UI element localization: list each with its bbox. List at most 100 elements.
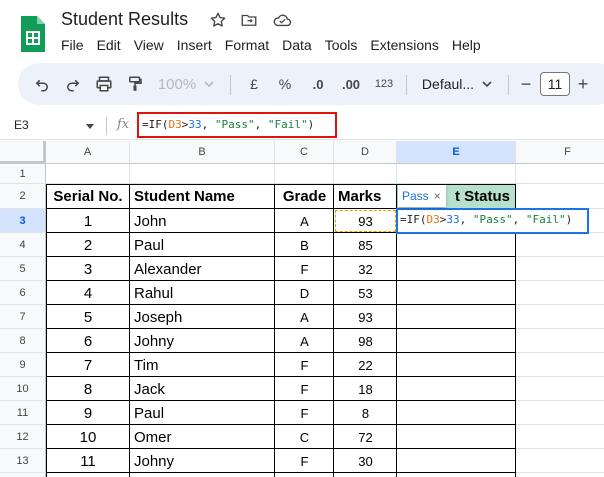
undo-icon[interactable]: [30, 63, 54, 105]
cell[interactable]: [516, 164, 604, 184]
move-folder-icon[interactable]: [240, 11, 258, 29]
cell[interactable]: [397, 377, 516, 401]
column-header-c[interactable]: C: [275, 141, 334, 164]
menu-edit[interactable]: Edit: [97, 36, 127, 56]
column-header-f[interactable]: F: [516, 141, 604, 164]
row-header-14[interactable]: 14: [0, 473, 46, 477]
table-cell: F: [300, 381, 309, 397]
cell[interactable]: [397, 305, 516, 329]
decrease-font-size-icon[interactable]: −: [517, 63, 535, 105]
table-cell: 53: [358, 285, 373, 301]
cell[interactable]: [397, 164, 516, 184]
font-size-input[interactable]: 11: [540, 72, 570, 96]
row-header-4[interactable]: 4: [0, 233, 46, 257]
cell[interactable]: [130, 473, 275, 477]
cell[interactable]: [397, 401, 516, 425]
font-family-select[interactable]: Defaul...: [416, 63, 498, 105]
star-icon[interactable]: [209, 11, 227, 29]
increase-font-size-icon[interactable]: +: [574, 63, 592, 105]
row-header-11[interactable]: 11: [0, 401, 46, 425]
formula-bar-divider: [106, 117, 107, 135]
menu-view[interactable]: View: [134, 36, 170, 56]
table-cell: F: [300, 261, 309, 277]
percent-format-button[interactable]: %: [274, 63, 296, 105]
cell[interactable]: [516, 401, 604, 425]
cell[interactable]: [516, 353, 604, 377]
cell[interactable]: [516, 449, 604, 473]
cell[interactable]: [516, 329, 604, 353]
formula-number: 33: [188, 118, 202, 131]
menu-tools[interactable]: Tools: [325, 36, 364, 56]
table-cell: Jack: [134, 380, 165, 398]
close-icon[interactable]: ×: [434, 189, 441, 203]
font-family-value: Defaul...: [421, 76, 475, 92]
cell[interactable]: [397, 329, 516, 353]
row-header-3[interactable]: 3: [0, 209, 46, 233]
row-header-12[interactable]: 12: [0, 425, 46, 449]
fx-icon: fx: [117, 117, 130, 132]
redo-icon[interactable]: [61, 63, 85, 105]
name-box-dropdown-icon[interactable]: [86, 124, 94, 129]
decrease-decimal-button[interactable]: .0: [305, 63, 331, 105]
row-header-6[interactable]: 6: [0, 281, 46, 305]
cell[interactable]: [46, 473, 130, 477]
menu-file[interactable]: File: [61, 36, 90, 56]
menu-help[interactable]: Help: [452, 36, 487, 56]
name-box[interactable]: E3: [14, 118, 29, 132]
cell[interactable]: [46, 164, 130, 184]
cell[interactable]: [275, 473, 334, 477]
cell[interactable]: [516, 305, 604, 329]
row-header-5[interactable]: 5: [0, 257, 46, 281]
column-header-e[interactable]: E: [397, 141, 516, 164]
cell[interactable]: [275, 164, 334, 184]
cell[interactable]: [516, 257, 604, 281]
cell[interactable]: [334, 473, 397, 477]
cell[interactable]: [516, 377, 604, 401]
cell[interactable]: [397, 449, 516, 473]
row-header-8[interactable]: 8: [0, 329, 46, 353]
zoom-select[interactable]: 100%: [156, 63, 216, 105]
cell[interactable]: [516, 281, 604, 305]
cloud-saved-icon[interactable]: [272, 11, 292, 29]
spreadsheet-grid[interactable]: ABCDEF1234567891011121314Serial No.Stude…: [0, 141, 604, 477]
increase-decimal-button[interactable]: .00: [336, 63, 366, 105]
formula-string: "Fail": [267, 118, 308, 131]
table-cell: 30: [358, 453, 373, 469]
row-header-7[interactable]: 7: [0, 305, 46, 329]
active-cell-editor[interactable]: =IF(D3>33, "Pass", "Fail"): [396, 208, 589, 234]
row-header-1[interactable]: 1: [0, 164, 46, 184]
document-title[interactable]: Student Results: [61, 9, 188, 30]
cell[interactable]: [397, 425, 516, 449]
row-header-2[interactable]: 2: [0, 184, 46, 209]
column-header-a[interactable]: A: [46, 141, 130, 164]
menu-data[interactable]: Data: [282, 36, 318, 56]
row-header-10[interactable]: 10: [0, 377, 46, 401]
cell[interactable]: [334, 164, 397, 184]
cell[interactable]: [516, 473, 604, 477]
paint-format-icon[interactable]: [123, 63, 147, 105]
formula-cell-reference: D3: [168, 118, 182, 131]
row-header-13[interactable]: 13: [0, 449, 46, 473]
menu-format[interactable]: Format: [225, 36, 275, 56]
currency-format-button[interactable]: £: [243, 63, 265, 105]
print-icon[interactable]: [92, 63, 116, 105]
cell[interactable]: [130, 164, 275, 184]
cell[interactable]: [397, 233, 516, 257]
number-format-button[interactable]: 123: [371, 63, 397, 105]
cell[interactable]: [516, 233, 604, 257]
cell[interactable]: [516, 184, 604, 209]
select-all-corner[interactable]: [0, 141, 46, 164]
cell[interactable]: [516, 425, 604, 449]
cell[interactable]: [397, 473, 516, 477]
menu-extensions[interactable]: Extensions: [370, 36, 444, 56]
formula-input[interactable]: =IF(D3>33, "Pass", "Fail"): [137, 112, 337, 138]
column-header-b[interactable]: B: [130, 141, 275, 164]
menu-insert[interactable]: Insert: [177, 36, 218, 56]
column-header-d[interactable]: D: [334, 141, 397, 164]
row-header-9[interactable]: 9: [0, 353, 46, 377]
table-cell: B: [300, 237, 309, 253]
sheets-logo-icon[interactable]: [19, 14, 47, 54]
cell[interactable]: [397, 257, 516, 281]
cell[interactable]: [397, 281, 516, 305]
cell[interactable]: [397, 353, 516, 377]
